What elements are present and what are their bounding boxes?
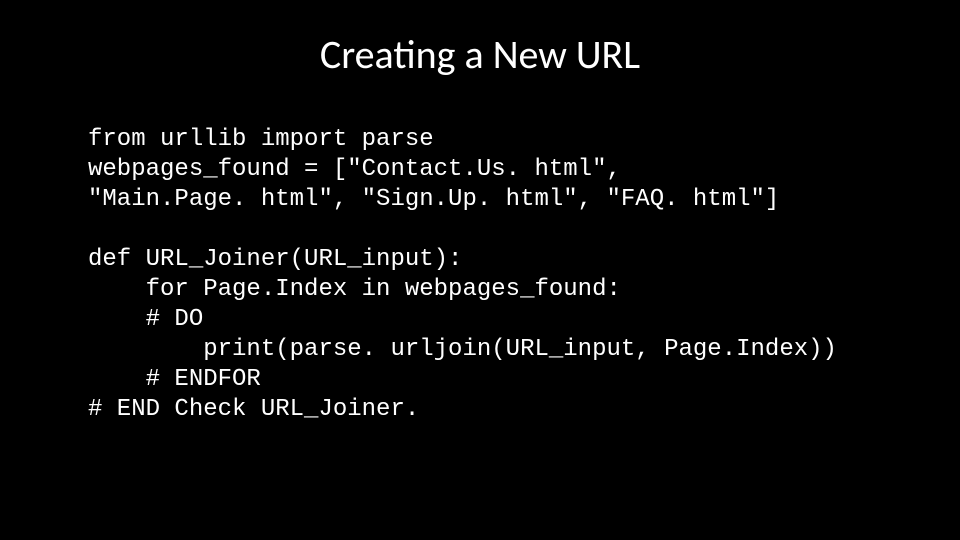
code-block: from urllib import parse webpages_found … bbox=[88, 125, 900, 425]
slide: Creating a New URL from urllib import pa… bbox=[0, 0, 960, 540]
slide-title: Creating a New URL bbox=[0, 30, 960, 79]
code-line-7: # DO bbox=[88, 306, 203, 333]
code-line-3: "Main.Page. html", "Sign.Up. html", "FAQ… bbox=[88, 186, 779, 213]
code-line-2: webpages_found = ["Contact.Us. html", bbox=[88, 156, 621, 183]
code-line-1: from urllib import parse bbox=[88, 126, 434, 153]
code-line-6: for Page.Index in webpages_found: bbox=[88, 276, 621, 303]
code-line-5: def URL_Joiner(URL_input): bbox=[88, 246, 462, 273]
code-line-9: # ENDFOR bbox=[88, 366, 261, 393]
code-line-10: # END Check URL_Joiner. bbox=[88, 396, 419, 423]
code-line-8: print(parse. urljoin(URL_input, Page.Ind… bbox=[88, 336, 837, 363]
